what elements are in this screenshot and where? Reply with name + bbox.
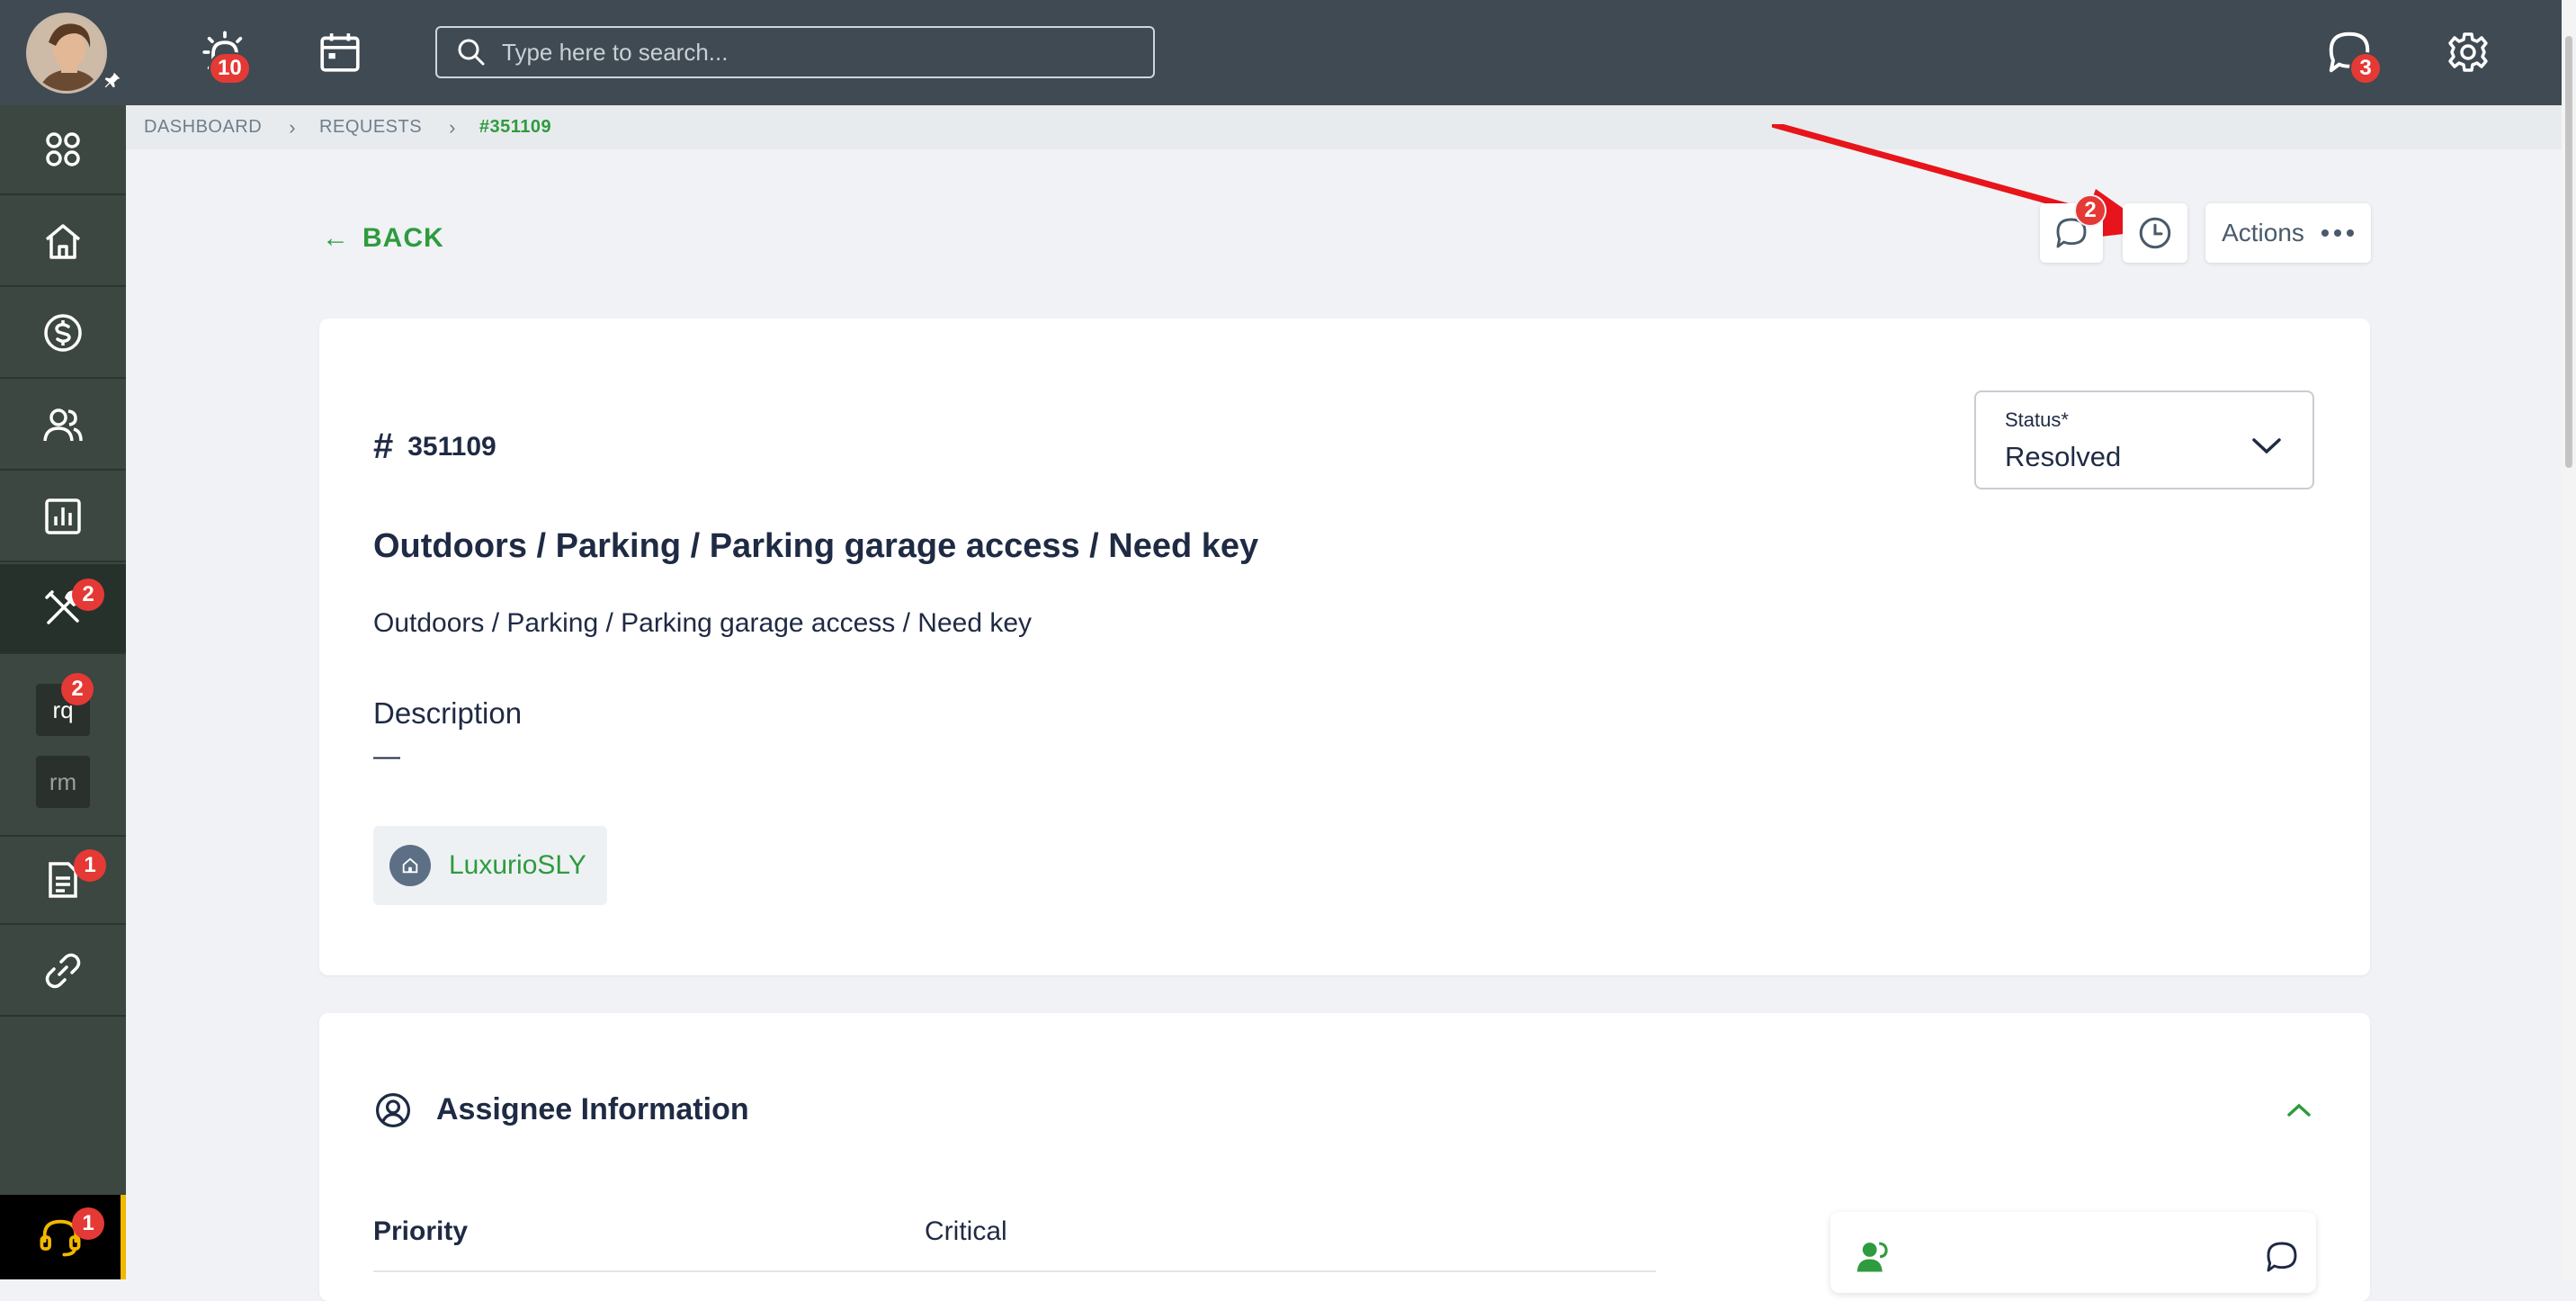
dollar-circle-icon — [44, 314, 82, 352]
sidebar-item-links[interactable] — [0, 927, 126, 1017]
property-chip[interactable]: LuxurioSLY — [373, 826, 607, 905]
search-icon — [458, 39, 485, 66]
chat-bubble-icon[interactable] — [2264, 1239, 2300, 1275]
user-circle-icon — [375, 1092, 411, 1128]
link-icon — [45, 953, 81, 989]
scrollbar-thumb[interactable] — [2565, 36, 2572, 468]
assignee-section-title: Assignee Information — [436, 1092, 749, 1126]
documents-badge: 1 — [74, 849, 106, 882]
sidebar-item-dashboard[interactable] — [0, 105, 126, 195]
actions-label: Actions — [2222, 219, 2304, 247]
arrow-left-icon: ← — [322, 223, 350, 253]
request-number: # 351109 — [373, 426, 496, 467]
chevron-down-icon — [2252, 438, 2281, 454]
more-horizontal-icon — [2321, 229, 2354, 237]
calendar-icon — [320, 33, 360, 72]
request-category-path: Outdoors / Parking / Parking garage acce… — [373, 608, 1033, 638]
chat-badge: 3 — [2349, 52, 2382, 85]
breadcrumb-requests[interactable]: REQUESTS — [319, 117, 422, 138]
top-bar: 10 3 — [126, 0, 2562, 105]
sidebar-item-home[interactable] — [0, 197, 126, 287]
chevron-right-icon: › — [289, 115, 297, 139]
description-label: Description — [373, 696, 523, 730]
breadcrumb-current: #351109 — [479, 117, 552, 137]
main-content: ← BACK 2 Actions # 351109 Status* Resolv… — [126, 124, 2562, 1301]
scrollbar[interactable] — [2562, 0, 2576, 1279]
gear-icon — [2448, 32, 2488, 72]
actions-button[interactable]: Actions — [2205, 203, 2371, 263]
request-card: # 351109 Status* Resolved Outdoors / Par… — [319, 319, 2370, 975]
divider — [373, 1270, 1656, 1272]
property-name: LuxurioSLY — [449, 850, 586, 880]
comments-badge: 2 — [2074, 194, 2106, 227]
priority-value: Critical — [925, 1216, 1007, 1246]
profile-area — [0, 0, 126, 105]
pin-icon[interactable] — [101, 68, 124, 92]
breadcrumb: DASHBOARD › REQUESTS › #351109 — [126, 105, 2562, 149]
alarm-badge: 10 — [209, 52, 251, 85]
search-box[interactable] — [435, 26, 1155, 78]
annotation-arrow — [1772, 124, 2154, 239]
rq-badge: 2 — [61, 673, 94, 705]
priority-label: Priority — [373, 1216, 469, 1246]
status-label: Status* — [2005, 408, 2069, 431]
sidebar-item-rm[interactable]: rm — [36, 756, 90, 808]
sidebar-item-finance[interactable] — [0, 289, 126, 379]
history-button[interactable] — [2123, 203, 2187, 263]
calendar-button[interactable] — [313, 25, 367, 79]
request-number-value: 351109 — [407, 431, 496, 462]
sidebar-item-tools[interactable]: 2 — [0, 564, 126, 654]
description-value: — — [373, 741, 400, 771]
hash-icon: # — [373, 426, 394, 466]
users-icon — [43, 408, 83, 442]
contact-panel — [1830, 1212, 2316, 1293]
back-button[interactable]: ← BACK — [322, 223, 444, 254]
users-icon[interactable] — [1856, 1237, 1893, 1275]
breadcrumb-dashboard[interactable]: DASHBOARD — [144, 117, 262, 138]
status-select[interactable]: Status* Resolved — [1974, 390, 2314, 489]
sidebar-item-people[interactable] — [0, 381, 126, 471]
sidebar-item-reports[interactable] — [0, 472, 126, 562]
back-label: BACK — [362, 223, 444, 253]
settings-button[interactable] — [2439, 23, 2497, 81]
request-title: Outdoors / Parking / Parking garage acce… — [373, 527, 1259, 565]
chevron-right-icon: › — [449, 115, 456, 139]
sidebar-item-documents[interactable]: 1 — [0, 835, 126, 925]
search-input[interactable] — [502, 38, 1131, 67]
sidebar: 2 rq 2 rm 1 1 — [0, 0, 126, 1279]
clock-icon — [2139, 217, 2171, 249]
avatar-photo — [29, 15, 104, 91]
chart-icon — [45, 498, 81, 534]
grid-icon — [46, 132, 80, 166]
building-icon — [389, 845, 431, 886]
support-badge: 1 — [72, 1207, 104, 1240]
avatar[interactable] — [26, 13, 107, 94]
tools-badge: 2 — [72, 579, 104, 611]
chevron-up-icon[interactable] — [2285, 1101, 2312, 1119]
support-button[interactable]: 1 — [0, 1195, 126, 1279]
home-icon — [45, 224, 81, 259]
